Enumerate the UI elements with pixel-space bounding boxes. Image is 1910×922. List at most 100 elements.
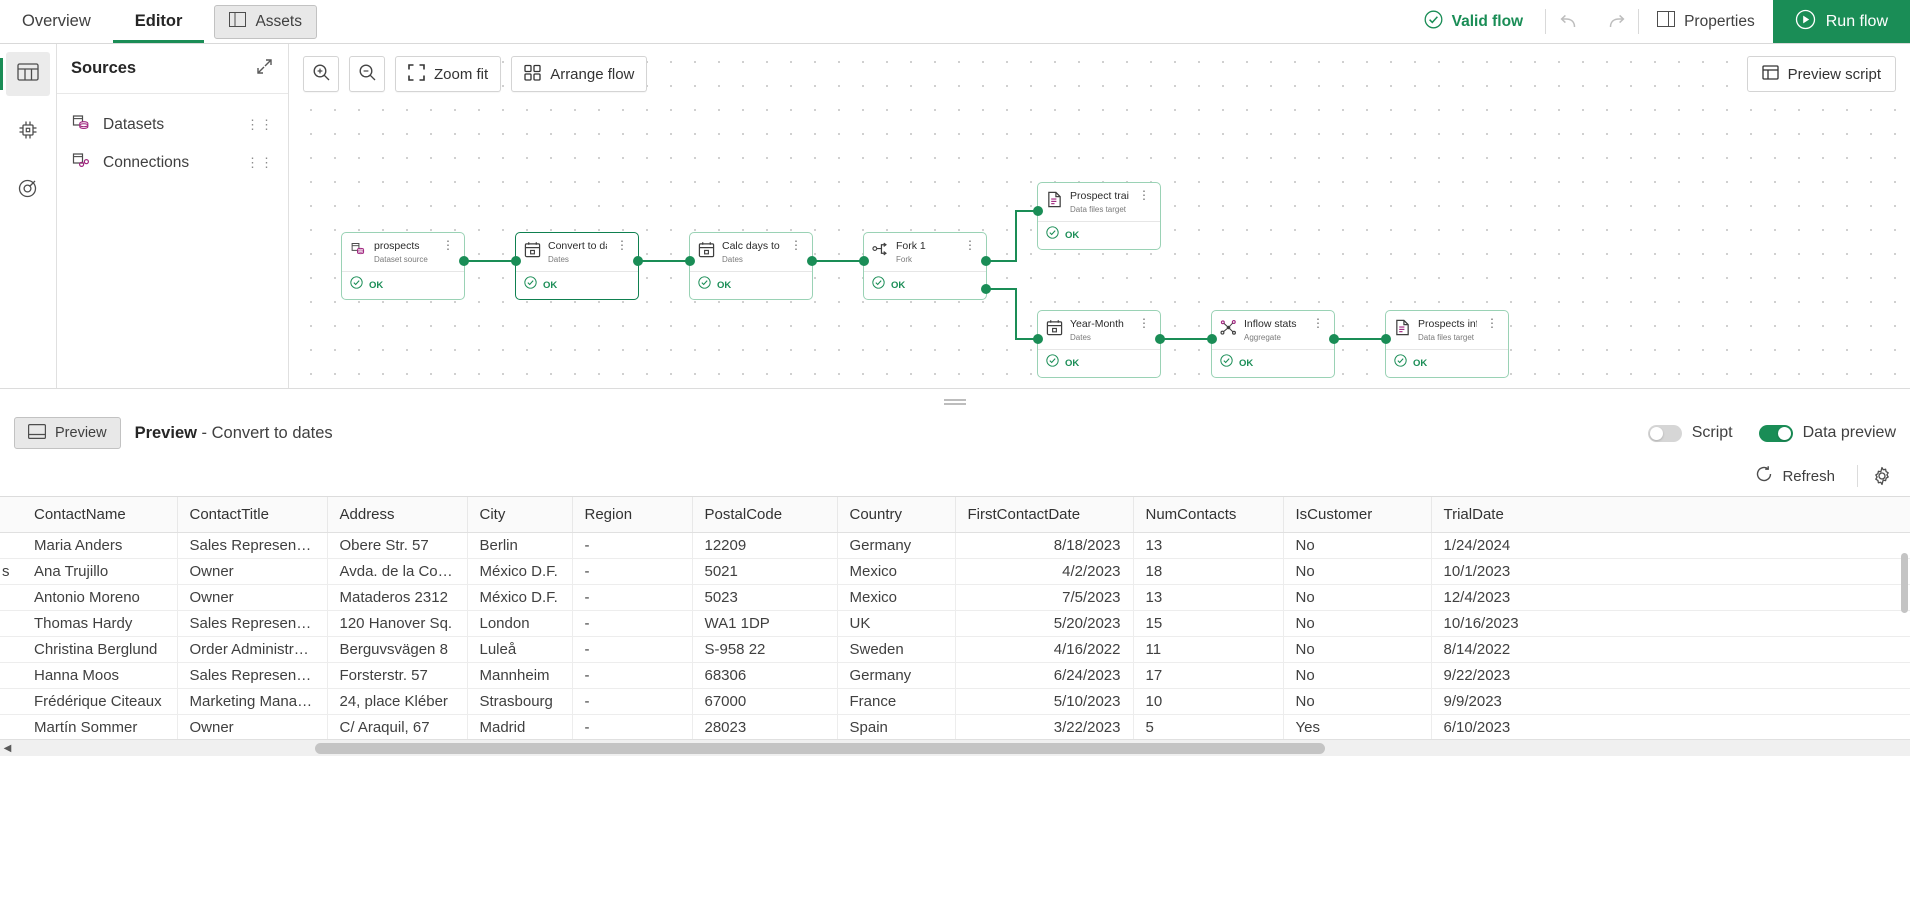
flow-node-convert-to-dates[interactable]: Convert to dates Dates ⋮ OK <box>515 232 639 300</box>
flow-node-output-port-2[interactable] <box>981 284 991 294</box>
table-horizontal-scrollbar[interactable]: ◀ <box>0 739 1910 756</box>
flow-node-menu-button[interactable]: ⋮ <box>1484 318 1500 328</box>
flow-node-title: Inflow stats <box>1244 318 1303 331</box>
flow-node-input-port[interactable] <box>1033 206 1043 216</box>
flow-node-calc-days-to-trial[interactable]: Calc days to trial Dates ⋮ OK <box>689 232 813 300</box>
column-header-country[interactable]: Country <box>837 497 955 533</box>
flow-node-input-port[interactable] <box>1207 334 1217 344</box>
fork-icon <box>872 241 889 258</box>
sources-panel: Sources Datasets ⋮⋮ Connections ⋮⋮ <box>57 44 289 388</box>
flow-node-prospects-inflow-stat[interactable]: Prospects inflow stat Data files target … <box>1385 310 1509 378</box>
data-preview-switch[interactable] <box>1759 425 1793 442</box>
panel-resize-handle[interactable] <box>0 388 1910 410</box>
flow-canvas[interactable]: Zoom fit Arrange flow Preview script <box>289 44 1910 388</box>
scrollbar-thumb[interactable] <box>1901 553 1908 613</box>
column-header-postalcode[interactable]: PostalCode <box>692 497 837 533</box>
flow-node-status: OK <box>1386 349 1508 377</box>
redo-button[interactable] <box>1592 0 1638 43</box>
column-header-contactname[interactable]: ContactName <box>22 497 177 533</box>
flow-node-output-port[interactable] <box>1329 334 1339 344</box>
flow-node-input-port[interactable] <box>1381 334 1391 344</box>
zoom-fit-button[interactable]: Zoom fit <box>395 56 501 92</box>
flow-node-menu-button[interactable]: ⋮ <box>788 240 804 250</box>
edge-fork-yearmonth-h1 <box>987 288 1015 290</box>
flow-node-output-port[interactable] <box>459 256 469 266</box>
sidebar-item-connections[interactable]: Connections ⋮⋮ <box>57 144 288 182</box>
column-header-contacttitle[interactable]: ContactTitle <box>177 497 327 533</box>
scrollbar-track[interactable] <box>15 740 1910 757</box>
column-header-address[interactable]: Address <box>327 497 467 533</box>
flow-node-fork-1[interactable]: Fork 1 Fork ⋮ OK <box>863 232 987 300</box>
tab-overview[interactable]: Overview <box>0 0 113 43</box>
tab-editor[interactable]: Editor <box>113 0 205 43</box>
row-marker <box>0 715 22 741</box>
flow-node-menu-button[interactable]: ⋮ <box>440 240 456 250</box>
flow-node-output-port[interactable] <box>807 256 817 266</box>
undo-button[interactable] <box>1546 0 1592 43</box>
flow-node-menu-button[interactable]: ⋮ <box>1310 318 1326 328</box>
column-header-trialdate[interactable]: TrialDate <box>1431 497 1910 533</box>
flow-node-input-port[interactable] <box>685 256 695 266</box>
gear-icon[interactable] <box>1868 462 1896 490</box>
flow-node-input-port[interactable] <box>511 256 521 266</box>
flow-node-input-port[interactable] <box>1033 334 1043 344</box>
table-row[interactable]: Christina BerglundOrder AdministratorBer… <box>0 637 1910 663</box>
flow-node-prospects[interactable]: prospects Dataset source ⋮ OK <box>341 232 465 300</box>
table-row[interactable]: Hanna MoosSales RepresentativeForsterstr… <box>0 663 1910 689</box>
check-circle-icon <box>872 276 885 294</box>
table-row[interactable]: Martín SommerOwnerC/ Araquil, 67Madrid-2… <box>0 715 1910 741</box>
flow-node-menu-button[interactable]: ⋮ <box>614 240 630 250</box>
table-cell-address: C/ Araquil, 67 <box>327 715 467 741</box>
table-row[interactable]: Maria AndersSales RepresentativeObere St… <box>0 533 1910 559</box>
run-flow-button[interactable]: Run flow <box>1773 0 1910 43</box>
arrange-flow-button[interactable]: Arrange flow <box>511 56 647 92</box>
flow-node-output-port[interactable] <box>1155 334 1165 344</box>
flow-node-input-port[interactable] <box>859 256 869 266</box>
column-header-city[interactable]: City <box>467 497 572 533</box>
table-row[interactable]: Thomas HardySales Representative120 Hano… <box>0 611 1910 637</box>
calendar-icon <box>698 241 715 258</box>
scroll-left-icon[interactable]: ◀ <box>0 743 15 754</box>
table-cell-postalcode: WA1 1DP <box>692 611 837 637</box>
flow-node-menu-button[interactable]: ⋮ <box>1136 318 1152 328</box>
drag-handle-icon[interactable]: ⋮⋮ <box>246 121 274 129</box>
flow-node-year-month[interactable]: Year-Month Dates ⋮ OK <box>1037 310 1161 378</box>
refresh-button[interactable]: Refresh <box>1743 462 1847 490</box>
data-preview-table-area[interactable]: ContactName ContactTitle Address City Re… <box>0 496 1910 756</box>
scrollbar-thumb[interactable] <box>315 743 1325 754</box>
preview-script-button[interactable]: Preview script <box>1747 56 1896 92</box>
expand-icon[interactable] <box>255 57 274 81</box>
table-row[interactable]: Antonio MorenoOwnerMataderos 2312México … <box>0 585 1910 611</box>
rail-item-processors[interactable] <box>6 110 50 154</box>
column-header-iscustomer[interactable]: IsCustomer <box>1283 497 1431 533</box>
column-header-region[interactable]: Region <box>572 497 692 533</box>
zoom-in-button[interactable] <box>303 56 339 92</box>
flow-node-output-port[interactable] <box>633 256 643 266</box>
table-row[interactable]: Frédérique CiteauxMarketing Manager24, p… <box>0 689 1910 715</box>
check-circle-icon <box>1424 10 1443 34</box>
flow-node-prospect-training[interactable]: Prospect training Data files target ⋮ OK <box>1037 182 1161 250</box>
script-switch[interactable] <box>1648 425 1682 442</box>
flow-node-menu-button[interactable]: ⋮ <box>962 240 978 250</box>
rail-item-targets[interactable] <box>6 168 50 212</box>
zoom-out-button[interactable] <box>349 56 385 92</box>
preview-panel-toggle-button[interactable]: Preview <box>14 417 121 449</box>
table-vertical-scrollbar[interactable] <box>1899 539 1908 737</box>
flow-node-output-port-1[interactable] <box>981 256 991 266</box>
drag-handle-icon[interactable]: ⋮⋮ <box>246 159 274 167</box>
edge-fork-yearmonth-v <box>1015 288 1017 340</box>
assets-button[interactable]: Assets <box>214 5 317 39</box>
table-row[interactable]: sAna TrujilloOwnerAvda. de la Consti…Méx… <box>0 559 1910 585</box>
column-header-firstcontactdate[interactable]: FirstContactDate <box>955 497 1133 533</box>
grid-layout-icon <box>524 64 541 85</box>
column-header-numcontacts[interactable]: NumContacts <box>1133 497 1283 533</box>
rail-item-data-sources[interactable] <box>6 52 50 96</box>
flow-node-menu-button[interactable]: ⋮ <box>1136 190 1152 200</box>
sidebar-item-datasets[interactable]: Datasets ⋮⋮ <box>57 106 288 144</box>
table-cell-contacttitle: Sales Representative <box>177 663 327 689</box>
flow-node-inflow-stats[interactable]: Inflow stats Aggregate ⋮ OK <box>1211 310 1335 378</box>
flow-node-title: Calc days to trial <box>722 240 781 253</box>
script-toggle[interactable]: Script <box>1648 424 1733 442</box>
data-preview-toggle[interactable]: Data preview <box>1759 424 1896 442</box>
properties-button[interactable]: Properties <box>1639 0 1773 43</box>
